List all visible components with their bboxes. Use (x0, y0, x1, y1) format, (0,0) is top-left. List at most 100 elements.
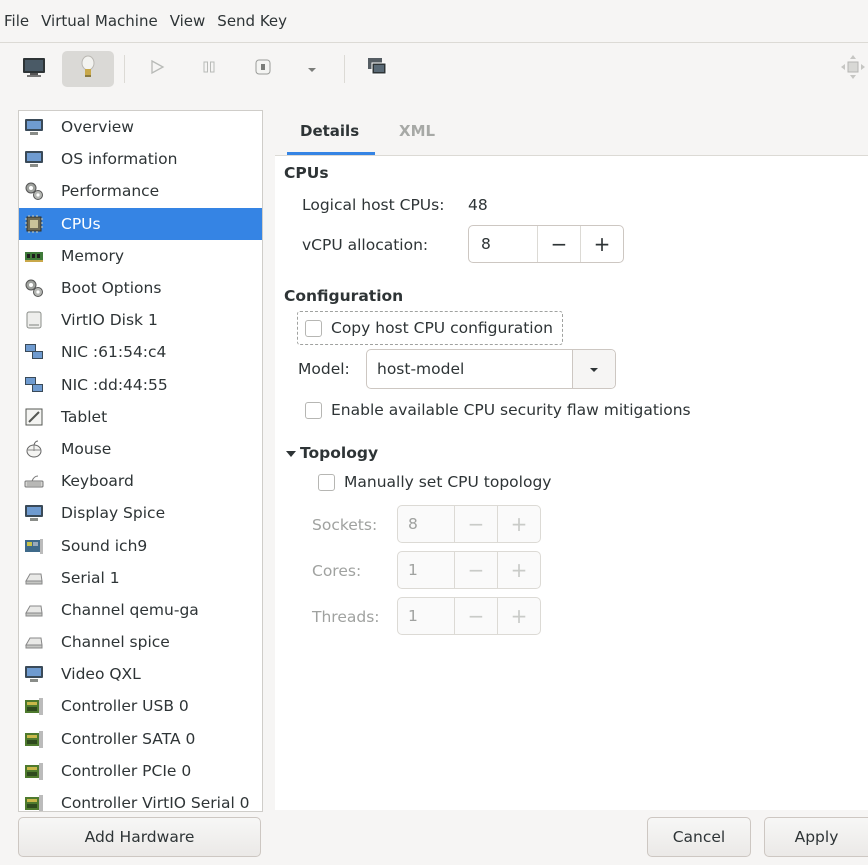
cpus-heading: CPUs (284, 164, 329, 182)
caret-down-icon (306, 60, 318, 78)
hardware-list: Overview OS information Performance CPUs Mem… (18, 110, 263, 812)
sockets-decrement-button[interactable]: − (454, 506, 497, 542)
threads-spinner[interactable]: 1 − + (397, 597, 541, 635)
sidebar-item-label: Overview (61, 118, 134, 137)
threads-increment-button[interactable]: + (497, 598, 540, 634)
checkbox-box[interactable] (305, 319, 322, 337)
details-view-button[interactable] (62, 51, 114, 87)
expander-arrow-icon (286, 444, 296, 462)
add-hardware-button[interactable]: Add Hardware (18, 817, 261, 857)
menu-view[interactable]: View (164, 0, 212, 42)
monitor-icon (21, 55, 47, 83)
sidebar-item-label: VirtIO Disk 1 (61, 311, 158, 330)
snapshots-icon (365, 55, 389, 83)
sidebar-item-label: OS information (61, 150, 178, 169)
model-combobox[interactable]: host-model (366, 349, 616, 389)
security-mitigations-checkbox[interactable]: Enable available CPU security flaw mitig… (305, 401, 691, 419)
cores-value[interactable]: 1 (398, 552, 454, 588)
tab-xml[interactable]: XML (399, 110, 435, 155)
gears-icon (23, 277, 45, 299)
menu-virtual-machine[interactable]: Virtual Machine (35, 0, 164, 42)
controller-icon (23, 728, 45, 750)
tab-bar: Details XML (275, 110, 868, 156)
sidebar-item-label: Sound ich9 (61, 536, 148, 555)
sound-card-icon (23, 535, 45, 557)
topology-expander[interactable]: Topology (286, 444, 378, 462)
run-button[interactable] (142, 51, 172, 87)
controller-icon (23, 792, 45, 811)
shutdown-button[interactable] (250, 51, 276, 87)
sockets-value[interactable]: 8 (398, 506, 454, 542)
sockets-spinner[interactable]: 8 − + (397, 505, 541, 543)
vcpu-increment-button[interactable]: + (580, 226, 623, 262)
sidebar-item-label: Mouse (61, 439, 112, 458)
threads-decrement-button[interactable]: − (454, 598, 497, 634)
vcpu-allocation-spinner[interactable]: 8 − + (468, 225, 624, 263)
pause-icon (202, 60, 216, 78)
cores-spinner[interactable]: 1 − + (397, 551, 541, 589)
sidebar-item[interactable]: CPUs (19, 207, 262, 240)
keyboard-icon (23, 470, 45, 492)
cancel-button[interactable]: Cancel (647, 817, 751, 857)
sidebar-item[interactable]: Serial 1 (19, 562, 262, 594)
sidebar-item-label: Video QXL (61, 665, 141, 684)
sidebar-item[interactable]: NIC :61:54:c4 (19, 336, 262, 368)
sidebar-item-label: CPUs (61, 214, 101, 233)
sidebar-item[interactable]: OS information (19, 143, 262, 175)
toolbar-separator (124, 55, 125, 83)
sidebar-item[interactable]: Performance (19, 175, 262, 207)
apply-button[interactable]: Apply (764, 817, 868, 857)
disk-icon (23, 309, 45, 331)
vcpu-allocation-label: vCPU allocation: (302, 236, 429, 254)
sockets-increment-button[interactable]: + (497, 506, 540, 542)
fullscreen-button[interactable] (838, 51, 868, 87)
tab-details[interactable]: Details (287, 110, 375, 155)
mouse-icon (23, 438, 45, 460)
cores-increment-button[interactable]: + (497, 552, 540, 588)
sidebar-item[interactable]: Memory (19, 240, 262, 272)
cores-decrement-button[interactable]: − (454, 552, 497, 588)
copy-host-cpu-checkbox[interactable]: Copy host CPU configuration (297, 311, 563, 345)
model-value[interactable]: host-model (367, 350, 572, 388)
lightbulb-icon (78, 54, 98, 84)
menu-file[interactable]: File (0, 0, 35, 42)
checkbox-box[interactable] (318, 473, 335, 491)
sidebar-item[interactable]: Controller SATA 0 (19, 723, 262, 755)
threads-value[interactable]: 1 (398, 598, 454, 634)
monitor-icon (23, 116, 45, 138)
checkbox-box[interactable] (305, 401, 322, 419)
sidebar-item[interactable]: NIC :dd:44:55 (19, 369, 262, 401)
memory-icon (23, 245, 45, 267)
sidebar-item[interactable]: Tablet (19, 401, 262, 433)
snapshots-button[interactable] (362, 51, 392, 87)
sidebar-item[interactable]: Boot Options (19, 272, 262, 304)
console-button[interactable] (14, 51, 54, 87)
sidebar-item[interactable]: Display Spice (19, 497, 262, 529)
monitor-icon (23, 148, 45, 170)
topology-heading: Topology (300, 444, 379, 462)
sidebar-item[interactable]: Video QXL (19, 658, 262, 690)
pause-button[interactable] (196, 51, 222, 87)
sidebar-item[interactable]: Controller PCIe 0 (19, 755, 262, 787)
sidebar-item[interactable]: Channel qemu-ga (19, 594, 262, 626)
menu-send-key[interactable]: Send Key (211, 0, 293, 42)
vcpu-allocation-value[interactable]: 8 (469, 226, 537, 262)
sidebar-item[interactable]: Controller VirtIO Serial 0 (19, 787, 262, 811)
toolbar (0, 43, 868, 95)
sidebar-item[interactable]: Controller USB 0 (19, 690, 262, 722)
sidebar-item-label: Boot Options (61, 279, 162, 298)
shutdown-menu-button[interactable] (302, 51, 322, 87)
sidebar-item[interactable]: VirtIO Disk 1 (19, 304, 262, 336)
manual-topology-checkbox[interactable]: Manually set CPU topology (318, 473, 551, 491)
sidebar-item[interactable]: Overview (19, 111, 262, 143)
model-dropdown-button[interactable] (572, 350, 615, 388)
sidebar-item-label: NIC :61:54:c4 (61, 343, 167, 362)
sidebar-item-label: Controller SATA 0 (61, 729, 196, 748)
vcpu-decrement-button[interactable]: − (537, 226, 580, 262)
play-icon (149, 59, 165, 79)
sidebar-item-label: Keyboard (61, 472, 134, 491)
sidebar-item[interactable]: Channel spice (19, 626, 262, 658)
sidebar-item[interactable]: Sound ich9 (19, 529, 262, 561)
sidebar-item[interactable]: Keyboard (19, 465, 262, 497)
sidebar-item[interactable]: Mouse (19, 433, 262, 465)
